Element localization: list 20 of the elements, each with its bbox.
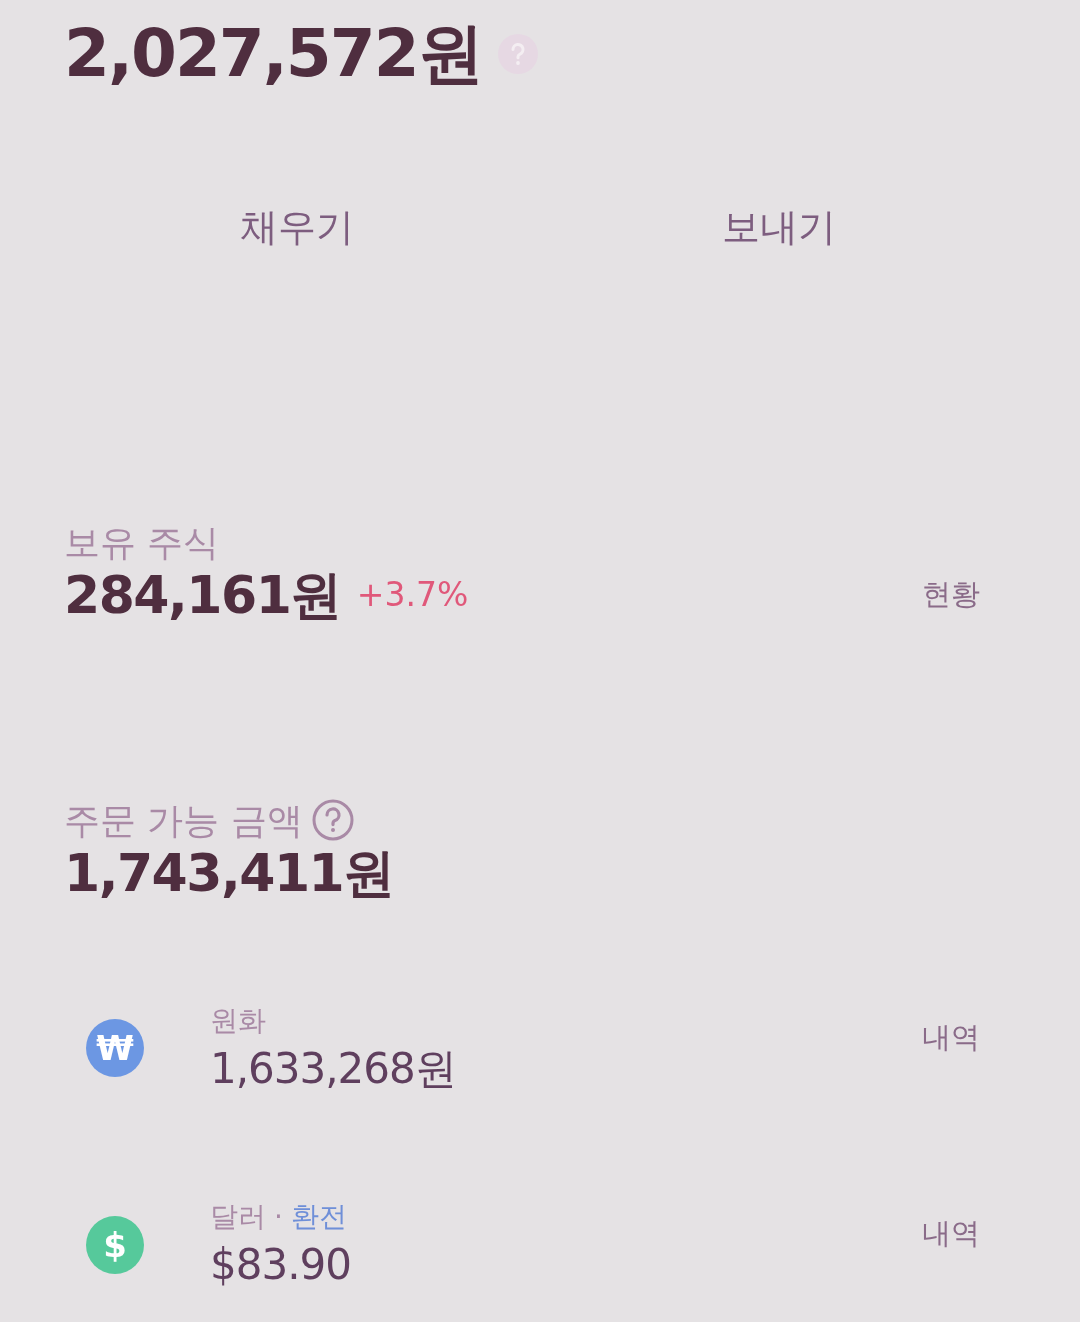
won-icon: ₩ bbox=[86, 1019, 144, 1078]
section-title: 보유 주식 bbox=[64, 520, 221, 564]
action-button[interactable]: 보내기 bbox=[538, 205, 1020, 251]
status-link[interactable]: 현황 bbox=[922, 573, 980, 617]
currency-name: 원화 bbox=[210, 1002, 266, 1039]
action-button[interactable]: 채우기 bbox=[56, 205, 538, 251]
exchange-link[interactable]: 환전 bbox=[290, 1196, 347, 1239]
account-amount: $83.90 bbox=[210, 1239, 351, 1292]
orderable-amount: 1,743,411원 bbox=[64, 842, 395, 905]
change-percent: +3.7% bbox=[356, 574, 469, 617]
separator-dot: · bbox=[274, 1199, 283, 1236]
currency-name: 달러 bbox=[210, 1199, 266, 1236]
holdings-amount: 284,161원 bbox=[64, 563, 341, 627]
dollar-icon: $ bbox=[86, 1215, 144, 1274]
total-balance: 2,027,572원 bbox=[64, 14, 482, 94]
account-amount: 1,633,268원 bbox=[210, 1042, 456, 1095]
history-link[interactable]: 내역 bbox=[922, 1015, 980, 1060]
history-link[interactable]: 내역 bbox=[922, 1212, 980, 1256]
help-icon[interactable] bbox=[310, 798, 355, 843]
section-title: 주문 가능 금액 bbox=[64, 798, 303, 842]
